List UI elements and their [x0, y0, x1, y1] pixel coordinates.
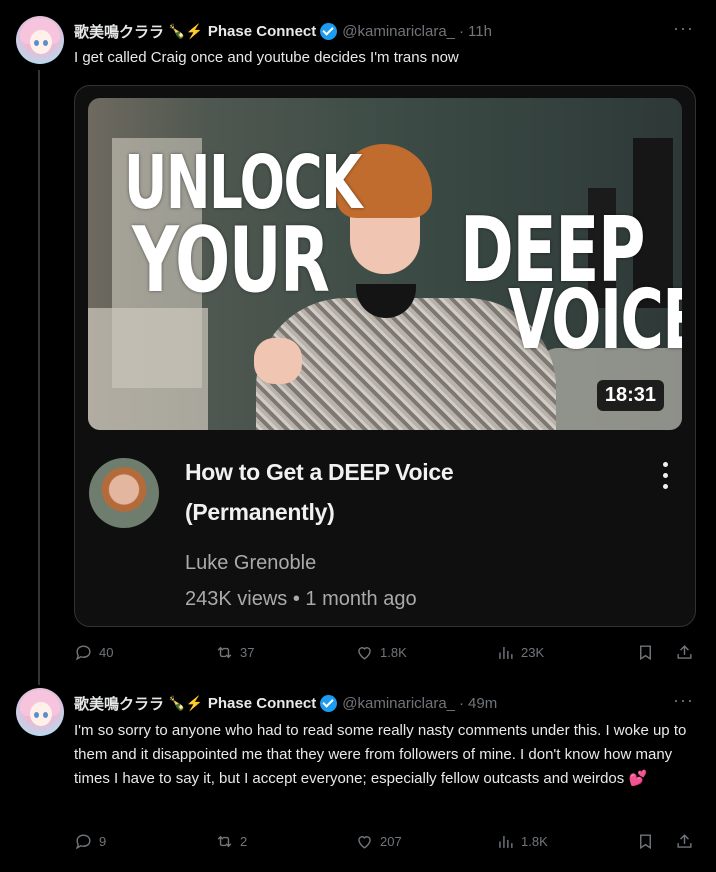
- reply-icon: [75, 833, 91, 849]
- share-icon[interactable]: [675, 643, 694, 662]
- like-button[interactable]: 1.8K: [355, 643, 407, 662]
- verified-badge-icon[interactable]: [320, 22, 338, 40]
- like-count: 1.8K: [380, 644, 407, 660]
- views-count: 1.8K: [521, 833, 548, 849]
- video-title-line2: (Permanently): [185, 499, 335, 525]
- tweet-actions: 9 2 207 1.8K: [74, 829, 694, 853]
- name-emoji: 🍾⚡: [168, 22, 203, 39]
- views-button[interactable]: 23K: [496, 643, 544, 662]
- video-title[interactable]: How to Get a DEEP Voice (Permanently): [185, 452, 625, 532]
- tweet-actions: 40 37 1.8K 23K: [74, 640, 694, 664]
- video-title-line1: How to Get a DEEP Voice: [185, 459, 454, 485]
- like-icon: [358, 646, 371, 660]
- tweet[interactable]: 歌美鳴クララ 🍾⚡ Phase Connect @kaminariclara_ …: [0, 0, 716, 684]
- repost-button[interactable]: 2: [215, 832, 247, 851]
- two-hearts-emoji: 💕: [628, 770, 648, 787]
- verified-badge-icon[interactable]: [320, 694, 338, 712]
- like-count: 207: [380, 833, 402, 849]
- thumbnail-text-voice: VOICE: [508, 273, 682, 368]
- separator-dot: ·: [459, 22, 465, 40]
- reply-count: 9: [99, 833, 107, 849]
- reply-button[interactable]: 9: [74, 832, 106, 851]
- affiliation-name[interactable]: Phase Connect: [208, 695, 316, 712]
- repost-icon: [217, 835, 232, 847]
- reply-button[interactable]: 40: [74, 643, 113, 662]
- user-handle[interactable]: @kaminariclara_: [342, 695, 455, 712]
- more-icon[interactable]: ···: [673, 690, 694, 711]
- repost-count: 37: [240, 644, 255, 660]
- repost-count: 2: [240, 833, 248, 849]
- channel-avatar[interactable]: [89, 458, 159, 528]
- tweet[interactable]: 歌美鳴クララ 🍾⚡ Phase Connect @kaminariclara_ …: [0, 684, 716, 872]
- tweet-text: I'm so sorry to anyone who had to read s…: [74, 719, 694, 791]
- views-count: 23K: [521, 644, 545, 660]
- avatar[interactable]: [16, 688, 64, 736]
- share-icon[interactable]: [675, 832, 694, 851]
- tweet-text-body: I'm so sorry to anyone who had to read s…: [74, 722, 687, 787]
- display-name[interactable]: 歌美鳴クララ: [74, 21, 164, 42]
- video-thumbnail[interactable]: UNLOCK YOUR DEEP VOICE 18:31: [88, 98, 682, 430]
- tweet-header: 歌美鳴クララ 🍾⚡ Phase Connect @kaminariclara_ …: [74, 692, 497, 714]
- timestamp[interactable]: 49m: [468, 695, 497, 712]
- more-icon[interactable]: ···: [673, 18, 694, 39]
- video-duration: 18:31: [596, 380, 664, 411]
- bookmark-icon[interactable]: [636, 832, 655, 851]
- kebab-menu-icon[interactable]: [659, 462, 671, 496]
- youtube-card[interactable]: UNLOCK YOUR DEEP VOICE 18:31 How to Get …: [74, 85, 696, 627]
- reply-icon: [75, 644, 91, 660]
- separator-dot: ·: [459, 694, 465, 712]
- like-button[interactable]: 207: [355, 832, 402, 851]
- tweet-header: 歌美鳴クララ 🍾⚡ Phase Connect @kaminariclara_ …: [74, 20, 492, 42]
- channel-name[interactable]: Luke Grenoble: [185, 552, 316, 575]
- reply-count: 40: [99, 644, 114, 660]
- repost-button[interactable]: 37: [215, 643, 254, 662]
- user-handle[interactable]: @kaminariclara_: [342, 23, 455, 40]
- like-icon: [358, 835, 371, 849]
- views-icon: [499, 646, 513, 659]
- bookmark-icon[interactable]: [636, 643, 655, 662]
- views-button[interactable]: 1.8K: [496, 832, 548, 851]
- avatar[interactable]: [16, 16, 64, 64]
- repost-icon: [217, 646, 232, 658]
- name-emoji: 🍾⚡: [168, 694, 203, 711]
- tweet-text: I get called Craig once and youtube deci…: [74, 49, 459, 66]
- video-meta: 243K views • 1 month ago: [185, 588, 417, 610]
- affiliation-name[interactable]: Phase Connect: [208, 23, 316, 40]
- display-name[interactable]: 歌美鳴クララ: [74, 693, 164, 714]
- views-icon: [499, 835, 513, 848]
- thumbnail-text-your: YOUR: [132, 208, 330, 313]
- timestamp[interactable]: 11h: [468, 23, 492, 40]
